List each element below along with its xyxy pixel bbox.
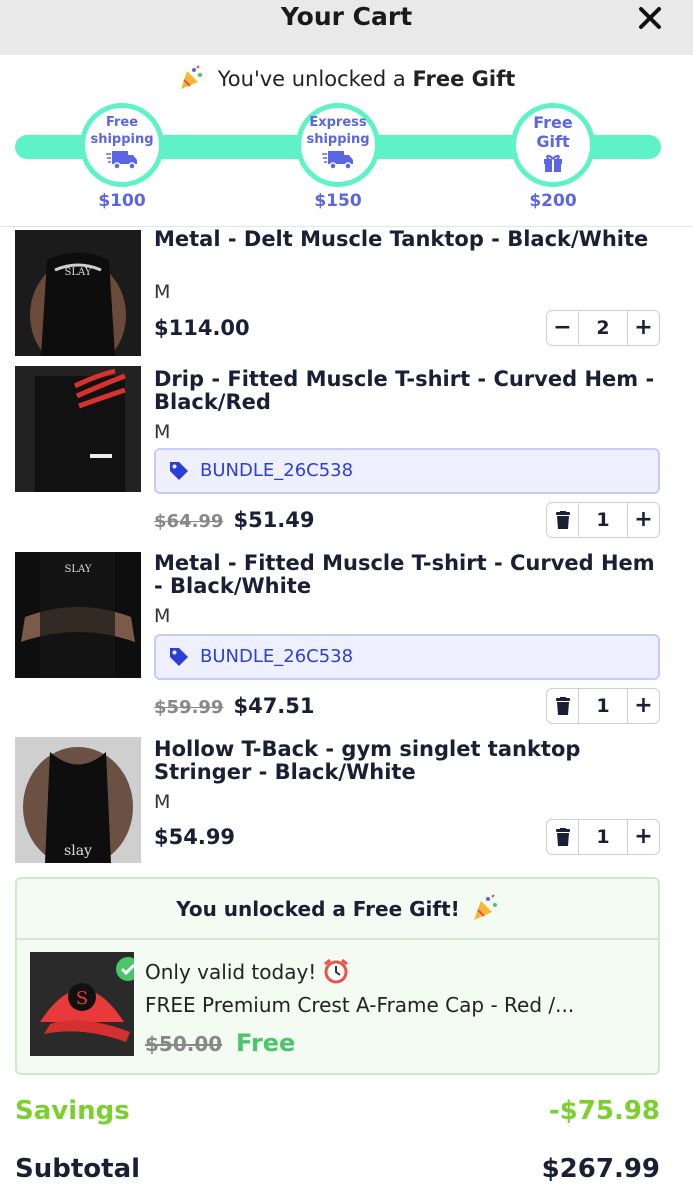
unlock-message-prefix: You've unlocked a <box>217 67 406 91</box>
check-icon <box>116 957 134 981</box>
plus-icon[interactable]: + <box>627 820 659 854</box>
milestone-price: $200 <box>529 191 577 211</box>
plus-icon[interactable]: + <box>627 689 659 723</box>
gift-validity: Only valid today! <box>145 957 350 985</box>
truck-icon <box>106 151 137 170</box>
tag-icon <box>168 646 190 672</box>
cart-header: Your Cart <box>0 0 693 55</box>
gift-icon <box>544 154 562 172</box>
close-icon[interactable] <box>636 4 664 32</box>
gift-validity-text: Only valid today! <box>145 960 317 984</box>
truck-icon <box>322 151 353 170</box>
milestone-free-shipping: Free shipping <box>80 103 164 187</box>
milestone-label-line1: Free <box>105 115 139 130</box>
free-gift-heading: You unlocked a Free Gift! <box>17 879 658 940</box>
product-title[interactable]: Metal - Delt Muscle Tanktop - Black/Whit… <box>154 228 664 251</box>
product-price: $114.00 <box>154 316 250 340</box>
product-title[interactable]: Drip - Fitted Muscle T-shirt - Curved He… <box>154 368 664 414</box>
quantity-stepper: 1 + <box>546 819 660 855</box>
quantity-value[interactable]: 1 <box>579 689 627 723</box>
product-title[interactable]: Metal - Fitted Muscle T-shirt - Curved H… <box>154 552 664 598</box>
plus-icon[interactable]: + <box>627 311 659 345</box>
free-gift-panel: You unlocked a Free Gift! S Only valid t… <box>15 877 660 1075</box>
rewards-bar: You've unlocked a Free Gift Free shipping… <box>0 55 693 227</box>
quantity-stepper: 1 + <box>546 502 660 538</box>
gift-price: Free <box>236 1029 296 1057</box>
quantity-stepper: 1 + <box>546 688 660 724</box>
bundle-code: BUNDLE_26C538 <box>200 460 354 481</box>
savings-label: Savings <box>15 1096 130 1126</box>
free-gift-heading-text: You unlocked a Free Gift! <box>176 897 460 921</box>
quantity-value[interactable]: 1 <box>579 820 627 854</box>
milestone-label-line1: Free <box>533 113 573 132</box>
trash-icon[interactable] <box>547 689 579 723</box>
svg-text:SLAY: SLAY <box>65 564 92 575</box>
quantity-stepper: − 2 + <box>546 310 660 346</box>
unlock-message: You've unlocked a Free Gift <box>0 65 693 91</box>
product-price: $54.99 <box>154 825 236 849</box>
svg-text:slay: slay <box>64 843 92 859</box>
svg-text:S: S <box>76 988 88 1009</box>
tag-icon <box>168 460 190 486</box>
product-title[interactable]: Hollow T-Back - gym singlet tanktop Stri… <box>154 738 664 784</box>
party-popper-icon <box>178 65 204 91</box>
subtotal-label: Subtotal <box>15 1154 141 1184</box>
product-variant: M <box>154 605 171 627</box>
gift-product-image[interactable]: S <box>30 952 134 1056</box>
milestone-label-line1: Express <box>309 115 367 130</box>
svg-text:SLAY: SLAY <box>65 267 92 278</box>
trash-icon[interactable] <box>547 820 579 854</box>
product-variant: M <box>154 421 171 443</box>
milestone-label-line2: Gift <box>536 132 570 151</box>
product-image[interactable]: slay <box>15 737 141 863</box>
product-price-row: $64.99 $51.49 <box>154 508 315 532</box>
product-price: $47.51 <box>233 694 315 718</box>
trash-icon[interactable] <box>547 503 579 537</box>
product-variant: M <box>154 281 171 303</box>
bundle-code: BUNDLE_26C538 <box>200 646 354 667</box>
milestone-price: $100 <box>98 191 146 211</box>
product-price-row: $59.99 $47.51 <box>154 694 315 718</box>
unlock-message-bold: Free Gift <box>412 67 516 91</box>
bundle-tag: BUNDLE_26C538 <box>154 448 660 494</box>
original-price: $59.99 <box>154 697 224 718</box>
original-price: $64.99 <box>154 511 224 532</box>
product-variant: M <box>154 791 171 813</box>
gift-original-price: $50.00 <box>145 1032 223 1056</box>
product-image[interactable] <box>15 366 141 492</box>
milestone-label-line2: shipping <box>90 132 154 147</box>
product-image[interactable]: SLAY <box>15 230 141 356</box>
savings-value: -$75.98 <box>548 1096 660 1126</box>
alarm-clock-icon <box>322 957 350 985</box>
milestone-price: $150 <box>314 191 362 211</box>
party-popper-icon <box>471 885 499 920</box>
minus-icon[interactable]: − <box>547 311 579 345</box>
gift-product-name[interactable]: FREE Premium Crest A-Frame Cap - Red /..… <box>145 993 625 1017</box>
milestone-express-shipping: Express shipping <box>296 103 380 187</box>
milestone-free-gift: Free Gift <box>511 103 595 187</box>
milestone-label-line2: shipping <box>306 132 370 147</box>
plus-icon[interactable]: + <box>627 503 659 537</box>
product-image[interactable]: SLAY <box>15 552 141 678</box>
subtotal-value: $267.99 <box>541 1154 660 1184</box>
quantity-value[interactable]: 2 <box>579 311 627 345</box>
bundle-tag: BUNDLE_26C538 <box>154 634 660 680</box>
product-price: $51.49 <box>233 508 315 532</box>
cart-title: Your Cart <box>280 2 413 31</box>
quantity-value[interactable]: 1 <box>579 503 627 537</box>
